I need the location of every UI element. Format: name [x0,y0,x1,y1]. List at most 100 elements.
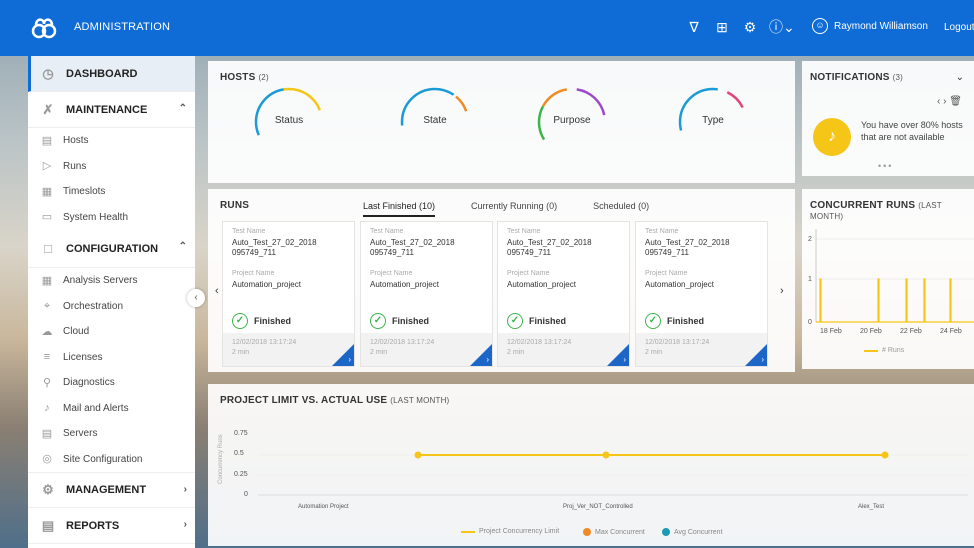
sidebar-item-diagnostics[interactable]: ⚲ Diagnostics [28,370,195,396]
trash-icon[interactable]: 🗑 [949,96,962,107]
sidebar-item-label: System Health [63,211,129,223]
test-name-value: Auto_Test_27_02_2018 095749_711 [232,238,317,257]
user-menu[interactable]: ☺ Raymond Williamson [812,18,928,34]
x-tick: Alex_Test [858,504,885,510]
legend-label: Avg Concurrent [674,528,723,536]
x-tick: 22 Feb [900,328,922,335]
play-icon: ▷ [42,160,52,173]
legend-label: # Runs [882,347,905,354]
config-file-icon: □ [44,240,52,256]
export-icon[interactable]: ⊞ [713,18,731,36]
legend-label: Project Concurrency Limit [479,528,560,535]
settings-icon[interactable]: ⚙ [741,18,759,36]
legend-item[interactable]: Max Concurrent [583,528,645,536]
x-tick: 20 Feb [860,328,882,335]
sidebar-item-label: Runs [63,160,87,172]
sidebar-item-label: Mail and Alerts [63,402,129,414]
app-logo[interactable] [30,14,58,42]
hosts-count: (2) [258,73,269,82]
chevron-right-icon[interactable]: › [780,285,784,297]
legend-item[interactable]: Project Concurrency Limit [461,528,559,535]
panel-title: HOSTS (2) [220,72,269,83]
chevron-up-icon: ⌃ [178,241,187,252]
legend-item[interactable]: # Runs [864,347,904,354]
sidebar-item-label: Hosts [63,135,89,147]
orchestration-icon: ⌖ [43,300,51,313]
run-card[interactable]: Test Name Auto_Test_27_02_2018 095749_711… [635,221,768,367]
notifications-title: NOTIFICATIONS [810,72,890,83]
sidebar-item-licenses[interactable]: ≡ Licenses [28,345,195,371]
notifications-panel: NOTIFICATIONS (3) ⌄ ‹ › 🗑 ♪ You have ove… [802,61,974,176]
run-timestamp: 12/02/2018 13:17:24 [645,339,710,346]
x-tick: Automation Project [298,504,349,510]
sidebar-item-label: Timeslots [63,186,106,198]
sidebar-item-hosts[interactable]: ▤ Hosts [28,128,195,154]
chevron-left-icon[interactable]: ‹ [215,285,219,297]
tab-scheduled[interactable]: Scheduled (0) [593,201,649,217]
test-name-value: Auto_Test_27_02_2018 095749_711 [507,238,592,257]
run-card[interactable]: Test Name Auto_Test_27_02_2018 095749_711… [222,221,355,367]
sidebar-section-label: MANAGEMENT [66,484,147,496]
sidebar-item-timeslots[interactable]: ▦ Timeslots [28,179,195,205]
run-card[interactable]: Test Name Auto_Test_27_02_2018 095749_711… [360,221,493,367]
document-icon: ▤ [41,134,53,147]
collapse-sidebar-button[interactable]: ‹ [187,289,205,307]
gauge-label: State [423,115,447,126]
sidebar-item-label: DASHBOARD [66,67,138,80]
data-point [414,451,422,459]
panel-title: NOTIFICATIONS (3) [810,72,903,83]
app-title: ADMINISTRATION [74,21,171,33]
sidebar-item-dashboard[interactable]: ◷ DASHBOARD [28,56,195,92]
sidebar-item-site-configuration[interactable]: ◎ Site Configuration [28,447,195,473]
test-name-value: Auto_Test_27_02_2018 095749_711 [370,238,455,257]
chevron-left-icon[interactable]: ‹ [937,96,940,107]
legend-item[interactable]: Avg Concurrent [662,528,723,536]
run-status-label: Finished [254,316,292,326]
legend-swatch [662,528,670,536]
state-gauge[interactable]: State [398,85,472,159]
sidebar-item-mail-alerts[interactable]: ♪ Mail and Alerts [28,396,195,422]
sidebar-section-configuration[interactable]: □ CONFIGURATION ⌃ [28,230,195,268]
gauge-label: Purpose [553,115,591,126]
filter-icon[interactable]: ∇ [685,18,703,36]
pagination-dots[interactable]: ••• [878,161,893,171]
test-name-label: Test Name [232,228,266,235]
chevron-right-icon[interactable]: › [943,96,946,107]
logout-link[interactable]: Logout [944,22,974,33]
sidebar-item-system-health[interactable]: ▭ System Health [28,205,195,231]
project-limit-chart [258,451,968,496]
chevron-down-icon[interactable]: ⌄ [956,72,964,83]
sidebar-section-management[interactable]: ⚙ MANAGEMENT › [28,472,195,508]
gauge-label: Status [274,115,304,126]
sidebar-item-orchestration[interactable]: ⌖ Orchestration [28,294,195,320]
sidebar-section-maintenance[interactable]: ✗ MAINTENANCE ⌃ [28,92,195,128]
sidebar-item-servers[interactable]: ▤ Servers [28,421,195,447]
monitor-icon: ▭ [41,211,53,224]
run-status: ✓ Finished [507,313,566,329]
top-bar: ADMINISTRATION ∇ ⊞ ⚙ ⓘ⌄ ☺ Raymond Willia… [0,0,974,56]
run-card[interactable]: Test Name Auto_Test_27_02_2018 095749_711… [497,221,630,367]
help-icon[interactable]: ⓘ⌄ [769,18,795,36]
tab-currently-running[interactable]: Currently Running (0) [471,201,557,217]
sidebar-item-cloud[interactable]: ☁ Cloud [28,319,195,345]
chevron-right-icon: › [183,484,187,495]
purpose-gauge[interactable]: Purpose [535,85,609,159]
tab-last-finished[interactable]: Last Finished (10) [363,201,436,217]
server-icon: ▤ [41,427,53,440]
run-duration: 2 min [370,349,388,356]
run-timestamp: 12/02/2018 13:17:24 [232,339,297,346]
run-timestamp: 12/02/2018 13:17:24 [370,339,435,346]
type-gauge[interactable]: Type [676,85,750,159]
status-gauge[interactable]: Status [252,85,326,159]
run-card-footer: 12/02/2018 13:17:24 2 min › [636,333,767,366]
user-name: Raymond Williamson [834,20,928,32]
sidebar-item-analysis-servers[interactable]: ▦ Analysis Servers [28,268,195,294]
legend-swatch [583,528,591,536]
x-tick: 24 Feb [940,328,962,335]
runs-title: RUNS [220,200,250,211]
sidebar-item-label: Cloud [63,326,90,338]
magnifier-icon: ⚲ [42,376,52,389]
run-duration: 2 min [507,349,525,356]
sidebar-section-reports[interactable]: ▤ REPORTS › [28,508,195,544]
sidebar-item-runs[interactable]: ▷ Runs [28,154,195,180]
